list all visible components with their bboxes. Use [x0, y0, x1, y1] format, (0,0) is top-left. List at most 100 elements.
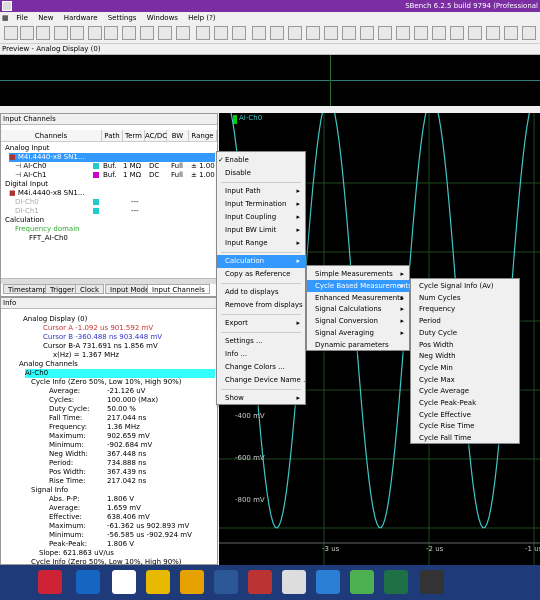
app-menu-icon[interactable]: ▦	[0, 12, 10, 24]
cycle-info-row[interactable]: Maximum: 902.659 mV	[49, 432, 150, 441]
open-tool-icon[interactable]	[54, 26, 68, 40]
tree-calculation[interactable]: Calculation	[5, 216, 44, 225]
windows-start-icon[interactable]	[8, 570, 32, 594]
tree-analog-device[interactable]: ■ M4i.4440-x8 SN1...	[9, 153, 215, 162]
calc-menu-enhanced-measurements[interactable]: Enhanced Measurements ▸	[307, 292, 409, 304]
tree-fft[interactable]: FFT_AI-Ch0	[29, 234, 68, 243]
calc-menu-simple-measurements[interactable]: Simple Measurements ▸	[307, 268, 409, 280]
print-tool-icon[interactable]	[88, 26, 102, 40]
app-icon[interactable]	[2, 1, 12, 11]
display-h-tool-icon[interactable]	[396, 26, 410, 40]
display-k-tool-icon[interactable]	[450, 26, 464, 40]
ie-icon[interactable]	[316, 570, 340, 594]
display-b-tool-icon[interactable]	[288, 26, 302, 40]
tree-digital-input[interactable]: Digital Input	[5, 180, 48, 189]
context-menu-add-to-displays[interactable]: Add to displays	[217, 286, 305, 299]
signal-info-row[interactable]: Average: 1.659 mV	[49, 504, 141, 513]
col-range[interactable]: Range	[189, 130, 217, 142]
tree-frequency-domain[interactable]: Frequency domain	[15, 225, 80, 234]
tab-clock[interactable]: Clock	[75, 284, 105, 294]
cycle-menu-period[interactable]: Period	[411, 315, 519, 327]
channel-color-swatch[interactable]	[93, 208, 99, 214]
cycle-menu-frequency[interactable]: Frequency	[411, 303, 519, 315]
settings-tool-icon[interactable]	[176, 26, 190, 40]
cycle-info-row[interactable]: Duty Cycle: 50.00 %	[49, 405, 136, 414]
preview-display[interactable]	[0, 55, 540, 106]
signal-info-row[interactable]: Maximum: -61.362 us 902.893 mV	[49, 522, 189, 531]
context-menu-enable[interactable]: Enable ✓	[217, 154, 305, 167]
analog-display-node[interactable]: Analog Display (0)	[23, 315, 87, 324]
cycle-menu-cycle-signal-info-av[interactable]: Cycle Signal Info (Av)	[411, 280, 519, 292]
tree-channel-ai1[interactable]: ⊣ AI-Ch1 Buf. 1 MΩ DC Full ± 1.00 V	[15, 171, 222, 180]
display-n-tool-icon[interactable]	[504, 26, 518, 40]
context-menu-change-device-name[interactable]: Change Device Name ...	[217, 374, 310, 387]
menu-file[interactable]: File	[12, 12, 32, 24]
cycle-info-row[interactable]: Fall Time: 217.044 ns	[49, 414, 146, 423]
context-menu-remove-from-displays[interactable]: Remove from displays	[217, 299, 305, 312]
menu-help[interactable]: Help (?)	[184, 12, 219, 24]
context-menu-info[interactable]: Info ...	[217, 348, 305, 361]
context-menu-disable[interactable]: Disable	[217, 167, 305, 180]
menu-windows[interactable]: Windows	[143, 12, 182, 24]
record-tool-icon[interactable]	[4, 26, 18, 40]
outlook-icon[interactable]	[76, 570, 100, 594]
cycle-info-row[interactable]: Cycles: 100.000 (Max)	[49, 396, 158, 405]
cycle-menu-cycle-peak-peak[interactable]: Cycle Peak-Peak	[411, 397, 519, 409]
excel-icon[interactable]	[384, 570, 408, 594]
signal-info-node[interactable]: Signal Info	[31, 486, 68, 495]
context-menu-input-bw-limit[interactable]: Input BW Limit ▸	[217, 224, 305, 237]
context-menu-copy-as-reference[interactable]: Copy as Reference	[217, 268, 305, 281]
cursor-tool-icon[interactable]	[196, 26, 210, 40]
word-icon[interactable]	[214, 570, 238, 594]
explorer-icon[interactable]	[146, 570, 170, 594]
spectrum-icon[interactable]	[420, 570, 444, 594]
play-tool-icon[interactable]	[20, 26, 34, 40]
stop-tool-icon[interactable]	[36, 26, 50, 40]
display-o-tool-icon[interactable]	[522, 26, 536, 40]
menu-new[interactable]: New	[34, 12, 57, 24]
col-bw[interactable]: BW	[167, 130, 189, 142]
info-channel-ai0[interactable]: AI-Ch0	[25, 369, 215, 378]
calc-menu-dynamic-parameters[interactable]: Dynamic parameters	[307, 339, 409, 351]
menu-hardware[interactable]: Hardware	[60, 12, 102, 24]
display-a-tool-icon[interactable]	[270, 26, 284, 40]
calc-menu-signal-averaging[interactable]: Signal Averaging ▸	[307, 327, 409, 339]
cycle-menu-cycle-min[interactable]: Cycle Min	[411, 362, 519, 374]
save-tool-icon[interactable]	[70, 26, 84, 40]
chrome-icon[interactable]	[350, 570, 374, 594]
context-menu-export[interactable]: Export ▸	[217, 317, 305, 330]
cycle-info-row[interactable]: Average: -21.126 uV	[49, 387, 145, 396]
signal-info-row[interactable]: Peak-Peak: 1.806 V	[49, 540, 134, 549]
context-menu-change-colors[interactable]: Change Colors ...	[217, 361, 305, 374]
display-j-tool-icon[interactable]	[432, 26, 446, 40]
cycle-menu-cycle-effective[interactable]: Cycle Effective	[411, 409, 519, 421]
display-d-tool-icon[interactable]	[324, 26, 338, 40]
cycle-info-row[interactable]: Neg Width: 367.448 ns	[49, 450, 146, 459]
channel-color-swatch[interactable]	[93, 163, 99, 169]
cursor-a-row[interactable]: Cursor A -1.092 us 901.592 mV	[43, 324, 153, 333]
context-menu-calculation[interactable]: Calculation ▸	[217, 255, 305, 268]
cursor-b-row[interactable]: Cursor B -360.488 ns 903.448 mV	[43, 333, 162, 342]
col-channels[interactable]: Channels	[1, 130, 102, 142]
cycle-menu-cycle-fall-time[interactable]: Cycle Fall Time	[411, 432, 519, 444]
display-i-tool-icon[interactable]	[414, 26, 428, 40]
signal-info-row[interactable]: Abs. P-P: 1.806 V	[49, 495, 134, 504]
marker-tool-icon[interactable]	[214, 26, 228, 40]
zoom-in-tool-icon[interactable]	[140, 26, 154, 40]
col-acdc[interactable]: AC/DC	[145, 130, 167, 142]
signal-info-row[interactable]: Minimum: -56.585 us -902.924 mV	[49, 531, 192, 540]
tree-digital-device[interactable]: ■ M4i.4440-x8 SN1...	[9, 189, 85, 198]
context-menu-input-range[interactable]: Input Range ▸	[217, 237, 305, 250]
col-path[interactable]: Path	[102, 130, 123, 142]
cycle-menu-pos-width[interactable]: Pos Width	[411, 339, 519, 351]
col-term[interactable]: Term	[123, 130, 145, 142]
cursor-ba-row[interactable]: Cursor B-A 731.691 ns 1.856 mV	[43, 342, 158, 351]
cycle-info-row[interactable]: Period: 734.888 ns	[49, 459, 146, 468]
display-g-tool-icon[interactable]	[378, 26, 392, 40]
tree-channel-di0[interactable]: DI-Ch0 ---	[15, 198, 215, 207]
cycle-menu-neg-width[interactable]: Neg Width	[411, 350, 519, 362]
cursor-frequency-row[interactable]: x(Hz) = 1.367 MHz	[53, 351, 119, 360]
measure-tool-icon[interactable]	[232, 26, 246, 40]
paint-icon[interactable]	[282, 570, 306, 594]
slope-row[interactable]: Slope: 621.863 uV/us	[39, 549, 114, 558]
